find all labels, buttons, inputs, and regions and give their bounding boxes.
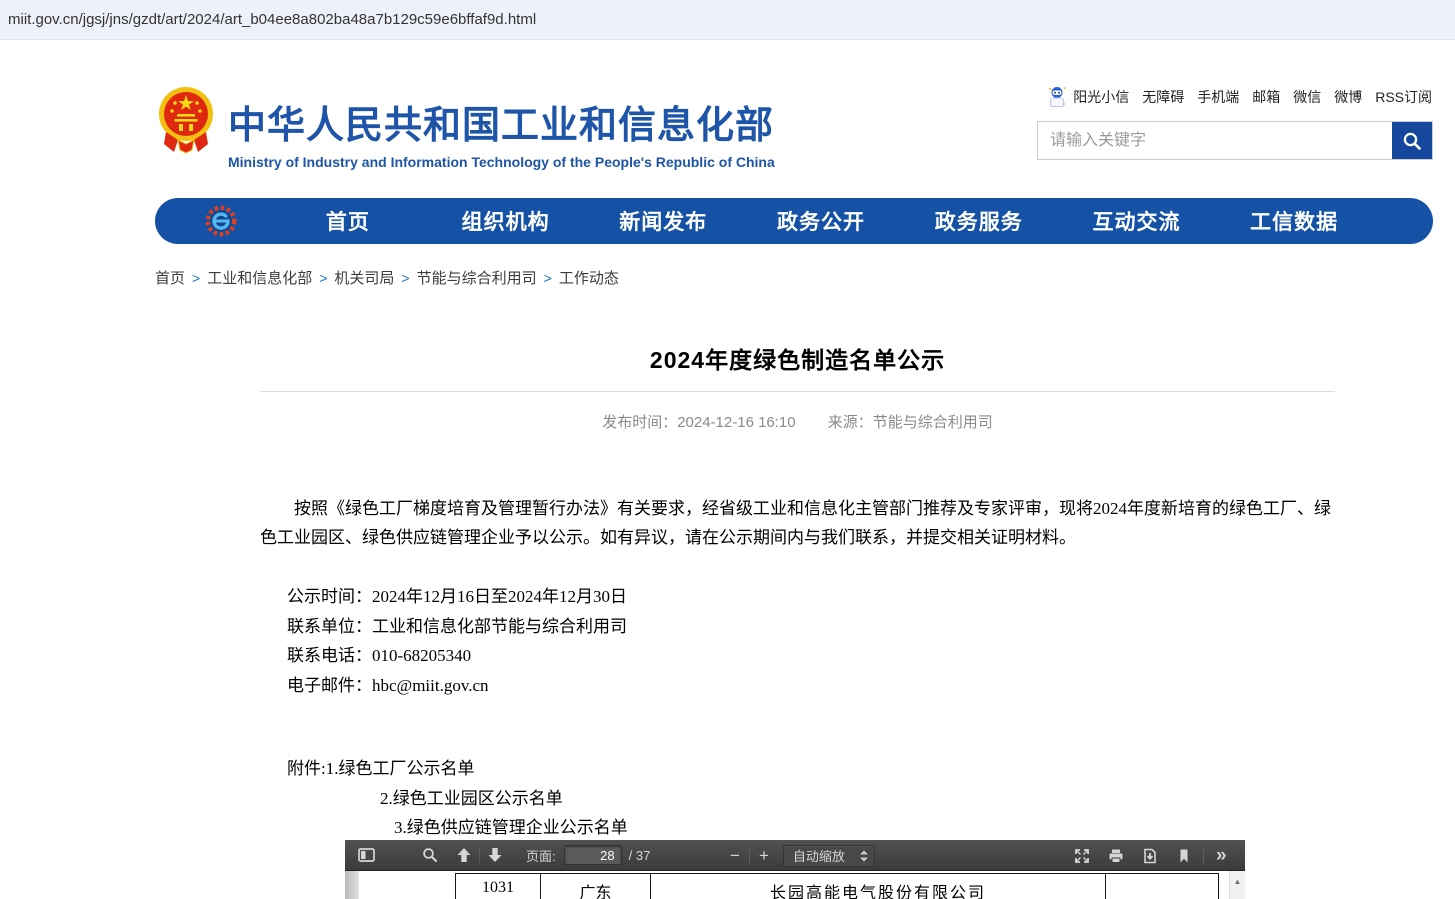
zoom-controls: − + 自动缩放 xyxy=(725,840,875,871)
toolbar-divider xyxy=(749,848,750,864)
toolbar-divider xyxy=(1203,848,1204,864)
contact-details: 公示时间：2024年12月16日至2024年12月30日 联系单位：工业和信息化… xyxy=(287,582,627,700)
quick-link-mobile[interactable]: 手机端 xyxy=(1197,87,1239,107)
national-emblem-icon xyxy=(158,86,214,154)
article-title: 2024年度绿色制造名单公示 xyxy=(260,341,1335,375)
download-button[interactable] xyxy=(1139,845,1161,867)
site-subtitle: Ministry of Industry and Information Tec… xyxy=(228,154,775,170)
page-total: / 37 xyxy=(629,848,651,863)
breadcrumb-energy-dept[interactable]: 节能与综合利用司 xyxy=(417,267,537,288)
bookmark-button[interactable] xyxy=(1173,845,1195,867)
page: miit.gov.cn/jgsj/jns/gzdt/art/2024/art_b… xyxy=(0,0,1455,899)
quick-link-sunshine[interactable]: 阳光小信 xyxy=(1073,87,1129,107)
zoom-out-button[interactable]: − xyxy=(725,847,745,864)
print-button[interactable] xyxy=(1105,845,1127,867)
attachment-3[interactable]: 3.绿色供应链管理企业公示名单 xyxy=(394,813,628,838)
article-source: 来源：节能与综合利用司 xyxy=(828,414,993,431)
select-arrows-icon xyxy=(859,849,869,863)
contact-email: 电子邮件：hbc@miit.gov.cn xyxy=(287,671,627,701)
pdf-prev-page-button[interactable] xyxy=(453,844,475,866)
nav-item-news[interactable]: 新闻发布 xyxy=(584,206,742,236)
breadcrumb-separator: > xyxy=(544,270,552,286)
nav-item-interaction[interactable]: 互动交流 xyxy=(1058,206,1216,236)
quick-link-accessibility[interactable]: 无障碍 xyxy=(1142,87,1184,107)
zoom-mode-value: 自动缩放 xyxy=(793,846,845,865)
site-title-block: 中华人民共和国工业和信息化部 Ministry of Industry and … xyxy=(228,94,775,170)
presentation-mode-button[interactable] xyxy=(1071,845,1093,867)
breadcrumb: 首页 > 工业和信息化部 > 机关司局 > 节能与综合利用司 > 工作动态 xyxy=(155,267,619,288)
bookmark-icon xyxy=(1176,848,1192,864)
quick-links: 阳光小信 无障碍 手机端 邮箱 微信 微博 RSS订阅 xyxy=(1048,86,1432,107)
search-input[interactable] xyxy=(1038,122,1392,159)
pdf-next-page-button[interactable] xyxy=(484,844,506,866)
row-number-cell: 1031 xyxy=(456,874,541,899)
nav-item-gov-open[interactable]: 政务公开 xyxy=(742,206,900,236)
row-company-cell: 长园高能电气股份有限公司 xyxy=(651,874,1106,899)
site-title: 中华人民共和国工业和信息化部 xyxy=(228,94,775,149)
search-box xyxy=(1037,121,1433,160)
page-number-input[interactable] xyxy=(564,845,622,865)
publicity-period: 公示时间：2024年12月16日至2024年12月30日 xyxy=(287,582,627,612)
breadcrumb-separator: > xyxy=(192,270,200,286)
row-province-cell: 广东 xyxy=(541,874,651,899)
page-label: 页面: xyxy=(526,846,556,865)
nav-item-home[interactable]: 首页 xyxy=(269,206,427,236)
attachment-2[interactable]: 2.绿色工业园区公示名单 xyxy=(380,784,563,809)
sidebar-toggle-icon xyxy=(358,847,375,863)
breadcrumb-home[interactable]: 首页 xyxy=(155,267,185,288)
search-icon xyxy=(1402,131,1422,151)
nav-item-data[interactable]: 工信数据 xyxy=(1215,206,1373,236)
breadcrumb-work-updates[interactable]: 工作动态 xyxy=(559,267,619,288)
breadcrumb-separator: > xyxy=(319,270,327,286)
pdf-page-content: 1031 广东 长园高能电气股份有限公司 ▲ xyxy=(345,871,1245,899)
zoom-mode-select[interactable]: 自动缩放 xyxy=(783,845,875,867)
pdf-find-button[interactable] xyxy=(419,844,441,866)
nav-items: 首页 组织机构 新闻发布 政务公开 政务服务 互动交流 工信数据 xyxy=(269,206,1373,236)
miit-gear-logo-icon xyxy=(203,203,239,239)
browser-url-bar[interactable]: miit.gov.cn/jgsj/jns/gzdt/art/2024/art_b… xyxy=(0,0,1455,40)
pdf-table-row: 1031 广东 长园高能电气股份有限公司 xyxy=(455,873,1219,899)
page-url: miit.gov.cn/jgsj/jns/gzdt/art/2024/art_b… xyxy=(8,11,536,28)
scrollbar-up-icon[interactable]: ▲ xyxy=(1234,877,1242,899)
print-icon xyxy=(1108,848,1124,864)
publish-time: 发布时间：2024-12-16 16:10 xyxy=(602,414,795,431)
pdf-scrollbar[interactable]: ▲ xyxy=(1229,871,1245,899)
breadcrumb-separator: > xyxy=(401,270,409,286)
quick-link-weibo[interactable]: 微博 xyxy=(1334,87,1362,107)
pdf-toolbar: 页面: / 37 − + 自动缩放 xyxy=(345,840,1245,871)
find-icon xyxy=(422,847,438,863)
quick-link-mailbox[interactable]: 邮箱 xyxy=(1252,87,1280,107)
contact-unit: 联系单位：工业和信息化部节能与综合利用司 xyxy=(287,612,627,642)
article-paragraph: 按照《绿色工厂梯度培育及管理暂行办法》有关要求，经省级工业和信息化主管部门推荐及… xyxy=(260,494,1335,552)
search-button[interactable] xyxy=(1392,122,1432,159)
national-emblem-logo xyxy=(158,86,214,154)
download-icon xyxy=(1142,848,1158,864)
robot-assistant-icon[interactable] xyxy=(1048,86,1066,107)
pdf-right-tools: » xyxy=(1071,840,1231,871)
title-divider xyxy=(260,391,1335,392)
fullscreen-icon xyxy=(1074,848,1090,864)
contact-phone: 联系电话：010-68205340 xyxy=(287,641,627,671)
breadcrumb-miit[interactable]: 工业和信息化部 xyxy=(207,267,312,288)
zoom-in-button[interactable]: + xyxy=(754,847,774,864)
more-tools-button[interactable]: » xyxy=(1212,846,1231,865)
row-empty-cell xyxy=(1106,874,1219,899)
toolbar-divider xyxy=(479,847,480,863)
page-down-icon xyxy=(487,847,503,863)
pdf-left-margin xyxy=(345,871,359,899)
nav-item-organization[interactable]: 组织机构 xyxy=(427,206,585,236)
pdf-sidebar-toggle-button[interactable] xyxy=(355,844,377,866)
breadcrumb-departments[interactable]: 机关司局 xyxy=(334,267,394,288)
quick-link-wechat[interactable]: 微信 xyxy=(1293,87,1321,107)
attachment-1[interactable]: 附件:1.绿色工厂公示名单 xyxy=(287,754,474,779)
quick-link-rss[interactable]: RSS订阅 xyxy=(1375,87,1432,107)
nav-item-gov-services[interactable]: 政务服务 xyxy=(900,206,1058,236)
article-meta: 发布时间：2024-12-16 16:10 来源：节能与综合利用司 xyxy=(260,411,1335,432)
pdf-viewer: 页面: / 37 − + 自动缩放 xyxy=(345,840,1245,899)
main-nav: 首页 组织机构 新闻发布 政务公开 政务服务 互动交流 工信数据 xyxy=(155,198,1433,244)
page-up-icon xyxy=(456,847,472,863)
